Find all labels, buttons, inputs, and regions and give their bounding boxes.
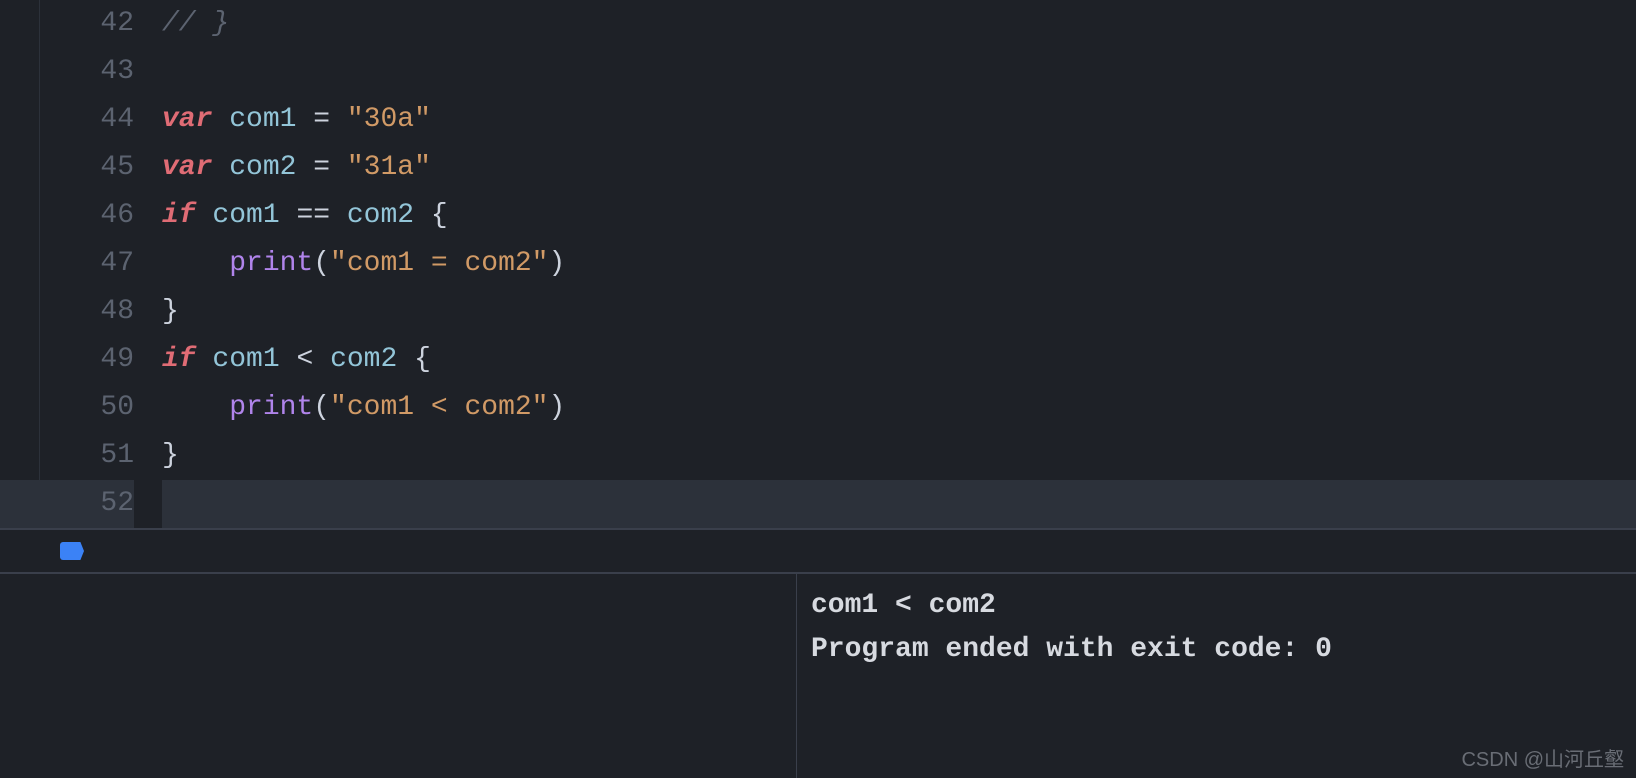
line-number: 44	[40, 96, 134, 144]
watermark: CSDN @山河丘壑	[1461, 743, 1624, 772]
code-editor[interactable]: 4243444546474849505152 // } var com1 = "3…	[0, 0, 1636, 528]
console-line: Program ended with exit code: 0	[811, 628, 1622, 672]
line-number: 48	[40, 288, 134, 336]
line-number: 46	[40, 192, 134, 240]
line-number: 49	[40, 336, 134, 384]
code-line[interactable]: print("com1 = com2")	[162, 240, 1636, 288]
line-number: 52	[40, 480, 134, 528]
line-number: 42	[40, 0, 134, 48]
code-line[interactable]: }	[162, 432, 1636, 480]
code-line[interactable]: if com1 == com2 {	[162, 192, 1636, 240]
line-number: 47	[40, 240, 134, 288]
gutter-margin	[0, 0, 40, 528]
line-number: 50	[40, 384, 134, 432]
console-line: com1 < com2	[811, 584, 1622, 628]
code-line[interactable]: var com1 = "30a"	[162, 96, 1636, 144]
line-number-gutter: 4243444546474849505152	[40, 0, 150, 528]
code-line[interactable]: var com2 = "31a"	[162, 144, 1636, 192]
code-line[interactable]	[162, 480, 1636, 528]
code-line[interactable]: if com1 < com2 {	[162, 336, 1636, 384]
code-line[interactable]: }	[162, 288, 1636, 336]
line-number: 43	[40, 48, 134, 96]
code-line[interactable]: // }	[162, 0, 1636, 48]
editor-wrapper: 4243444546474849505152 // } var com1 = "3…	[0, 0, 1636, 778]
variables-panel[interactable]	[0, 574, 797, 778]
breadcrumb-bar[interactable]	[0, 528, 1636, 574]
line-number: 51	[40, 432, 134, 480]
code-line[interactable]	[162, 48, 1636, 96]
code-line[interactable]: print("com1 < com2")	[162, 384, 1636, 432]
line-number: 45	[40, 144, 134, 192]
bottom-panels: com1 < com2 Program ended with exit code…	[0, 574, 1636, 778]
code-content[interactable]: // }var com1 = "30a"var com2 = "31a"if c…	[150, 0, 1636, 528]
breadcrumb-tag-icon[interactable]	[60, 542, 84, 560]
